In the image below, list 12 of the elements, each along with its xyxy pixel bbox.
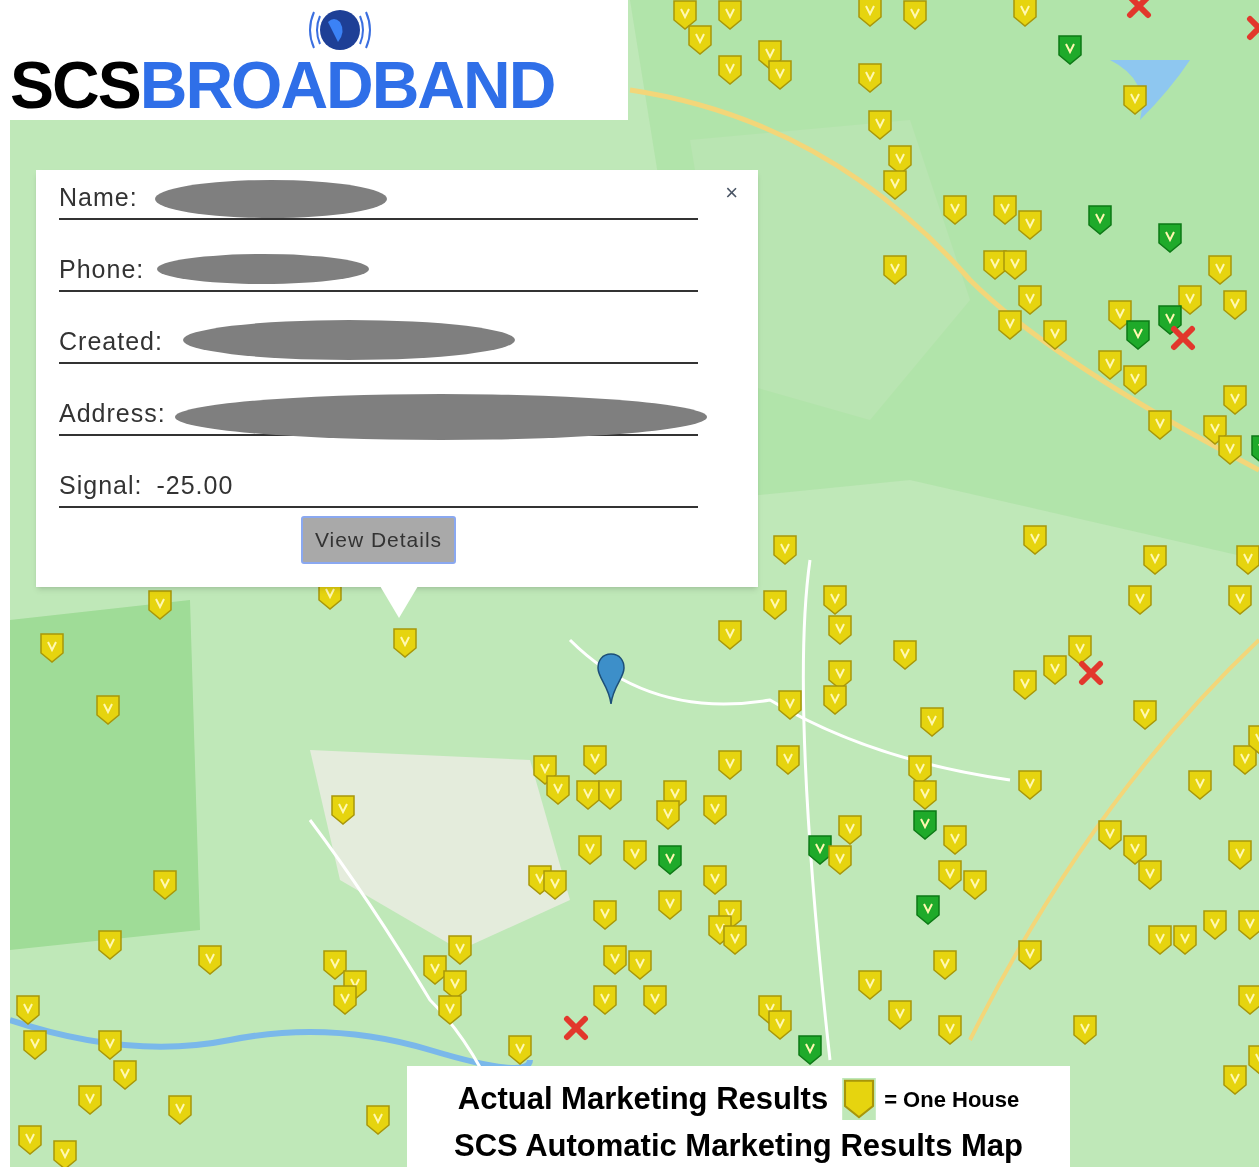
field-label: Created:: [59, 325, 163, 357]
field-label: Signal:: [59, 469, 143, 501]
legend-subtitle: SCS Automatic Marketing Results Map: [454, 1126, 1023, 1165]
logo-text: SCSBROADBAND: [10, 52, 555, 118]
legend-title: Actual Marketing Results: [457, 1080, 829, 1118]
view-details-button[interactable]: View Details: [300, 516, 457, 564]
field-label: Address:: [59, 397, 166, 429]
legend-key: = One House: [884, 1082, 1020, 1116]
close-button[interactable]: ×: [725, 182, 738, 204]
field-value: -25.00: [156, 469, 234, 501]
field-label: Name:: [59, 181, 138, 213]
field-label: Phone:: [59, 253, 145, 285]
